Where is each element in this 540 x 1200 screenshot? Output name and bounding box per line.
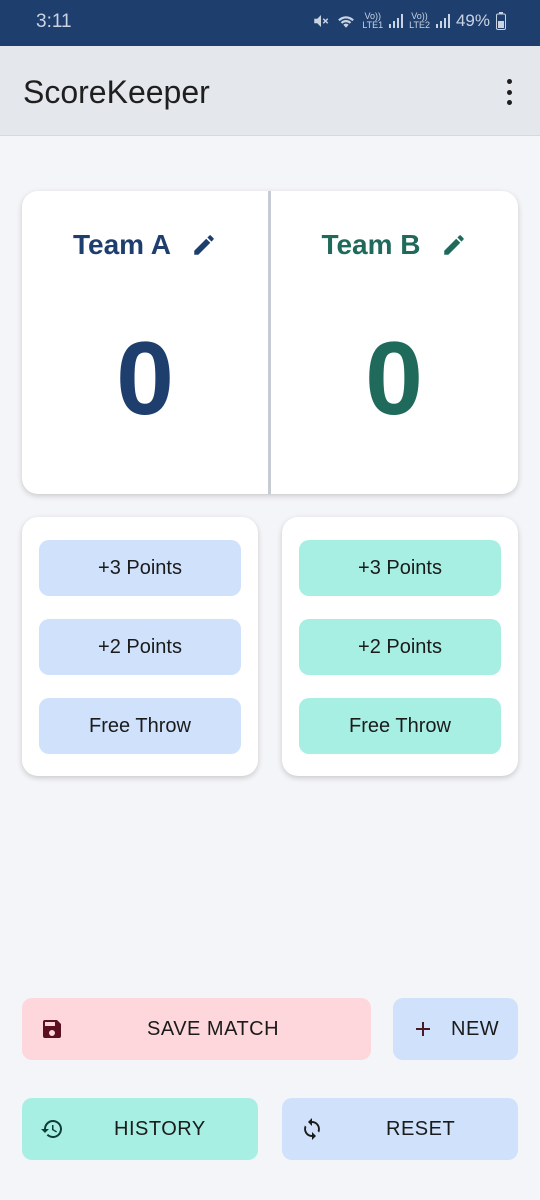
- team-b-score: 0: [365, 321, 423, 437]
- more-vert-icon[interactable]: [500, 79, 518, 105]
- wifi-icon: [338, 16, 355, 28]
- team-b-panel: Team B 0: [271, 191, 517, 494]
- plus-icon: [416, 1022, 430, 1036]
- app-bar: ScoreKeeper: [0, 46, 540, 136]
- battery-icon: [496, 12, 506, 30]
- team-b-buttons-card: +3 Points +2 Points Free Throw: [282, 517, 518, 776]
- new-match-button[interactable]: NEW: [393, 998, 518, 1060]
- sim1-label: Vo)) LTE1: [362, 11, 384, 30]
- edit-icon[interactable]: [191, 232, 217, 258]
- signal-icon: [435, 14, 450, 28]
- reset-label: RESET: [386, 1118, 456, 1140]
- team-b-name: Team B: [321, 229, 421, 260]
- team-a-free-throw-button[interactable]: Free Throw: [39, 698, 241, 754]
- history-icon: [41, 1120, 62, 1138]
- scoreboard-card: Team A 0 Team B 0: [22, 191, 518, 494]
- team-a-buttons-card: +3 Points +2 Points Free Throw: [22, 517, 258, 776]
- status-time: 3:11: [36, 11, 72, 32]
- team-a-panel: Team A 0: [22, 191, 268, 494]
- save-match-label: SAVE MATCH: [147, 1018, 280, 1040]
- team-a-score: 0: [116, 321, 174, 437]
- app-title: ScoreKeeper: [23, 74, 210, 110]
- team-a-plus2-button[interactable]: +2 Points: [39, 619, 241, 675]
- refresh-icon: [304, 1118, 320, 1140]
- history-button[interactable]: HISTORY: [22, 1098, 258, 1160]
- signal-icon: [389, 14, 404, 28]
- team-a-plus3-button[interactable]: +3 Points: [39, 540, 241, 596]
- new-label: NEW: [451, 1018, 500, 1040]
- reset-button[interactable]: RESET: [282, 1098, 518, 1160]
- mute-icon: [314, 15, 329, 27]
- sim2-label: Vo)) LTE2: [409, 11, 430, 30]
- history-label: HISTORY: [114, 1118, 206, 1140]
- team-b-plus3-button[interactable]: +3 Points: [299, 540, 501, 596]
- save-icon: [43, 1020, 61, 1038]
- status-icons: Vo)) LTE1 Vo)) LTE2 49%: [312, 11, 506, 31]
- team-b-free-throw-button[interactable]: Free Throw: [299, 698, 501, 754]
- edit-icon[interactable]: [441, 232, 467, 258]
- team-a-name: Team A: [72, 229, 172, 260]
- save-match-button[interactable]: SAVE MATCH: [22, 998, 371, 1060]
- battery-percent: 49%: [455, 11, 490, 30]
- team-b-plus2-button[interactable]: +2 Points: [299, 619, 501, 675]
- status-bar: 3:11 Vo)) LTE1 Vo)) LTE2 49%: [0, 0, 540, 46]
